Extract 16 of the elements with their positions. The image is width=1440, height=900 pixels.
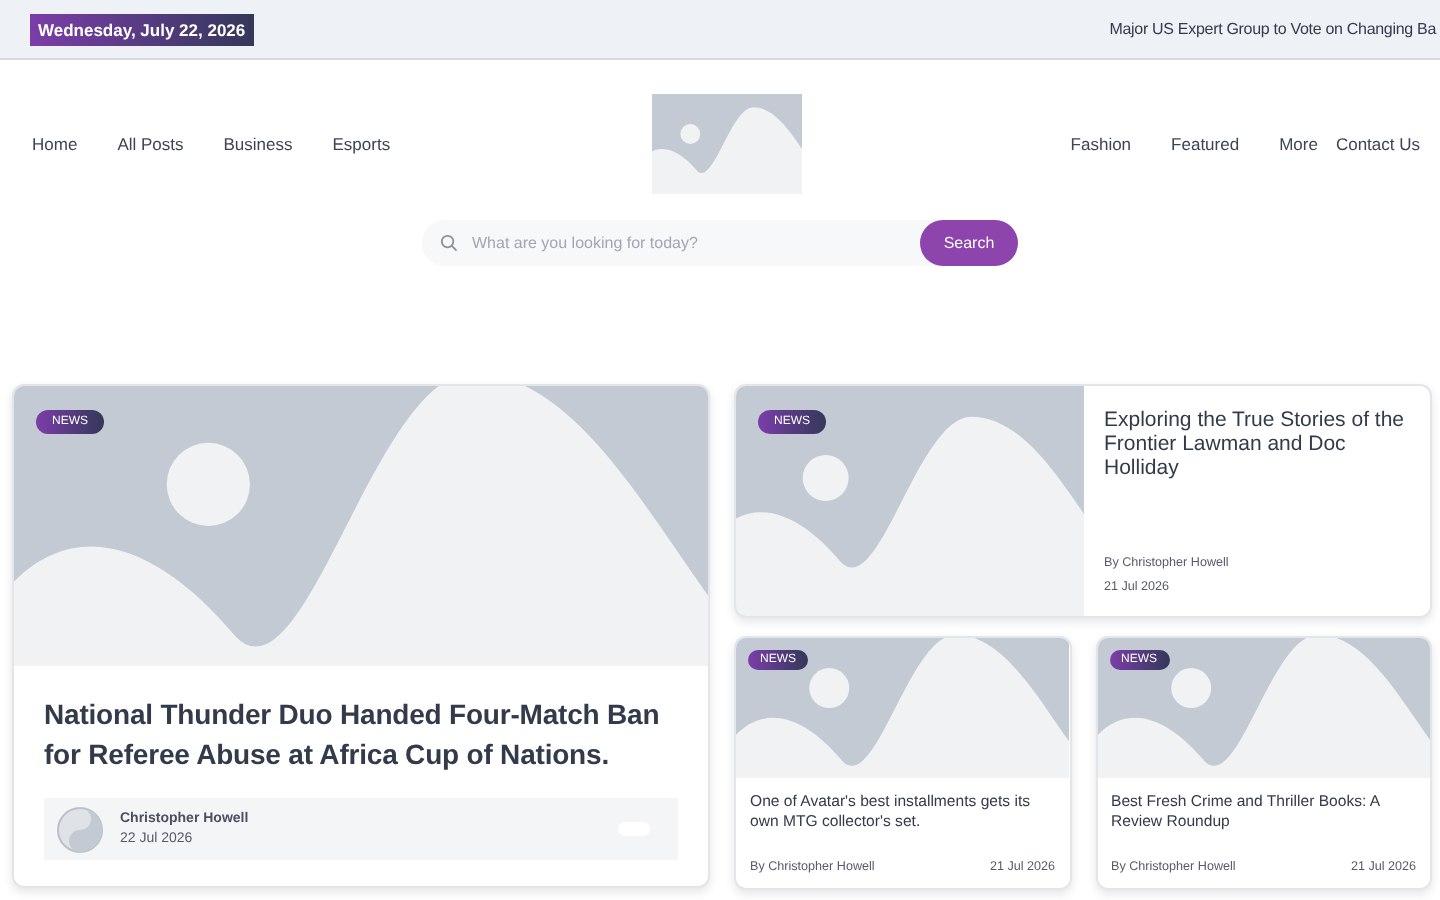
nav-link[interactable]: More — [1279, 134, 1318, 154]
post-title[interactable]: Exploring the True Stories of the Frontier Lawman and Doc Holliday — [1104, 408, 1410, 480]
nav-link[interactable]: Home — [32, 134, 78, 154]
nav-link[interactable]: Featured — [1171, 134, 1240, 154]
nav-link[interactable]: Business — [223, 134, 293, 154]
search-icon — [440, 234, 458, 252]
nav-link[interactable]: Fashion — [1070, 134, 1132, 154]
search-button[interactable]: Search — [920, 220, 1018, 266]
date-label: Wednesday, July 22, 2026 — [30, 13, 254, 45]
nav-link[interactable]: All Posts — [117, 134, 184, 154]
avatar-icon — [56, 805, 104, 853]
post-title[interactable]: National Thunder Duo Handed Four-Match Ban for Referee Abuse at Africa Cup of Nations. — [44, 694, 678, 774]
search-field[interactable]: What are you looking for today? Search — [422, 220, 1018, 266]
news-ticker[interactable]: Major US Expert Group to Vote on Changing Ba — [1109, 20, 1436, 38]
nav-link[interactable]: Contact Us — [1335, 134, 1420, 154]
nav-link[interactable]: Esports — [332, 134, 391, 154]
